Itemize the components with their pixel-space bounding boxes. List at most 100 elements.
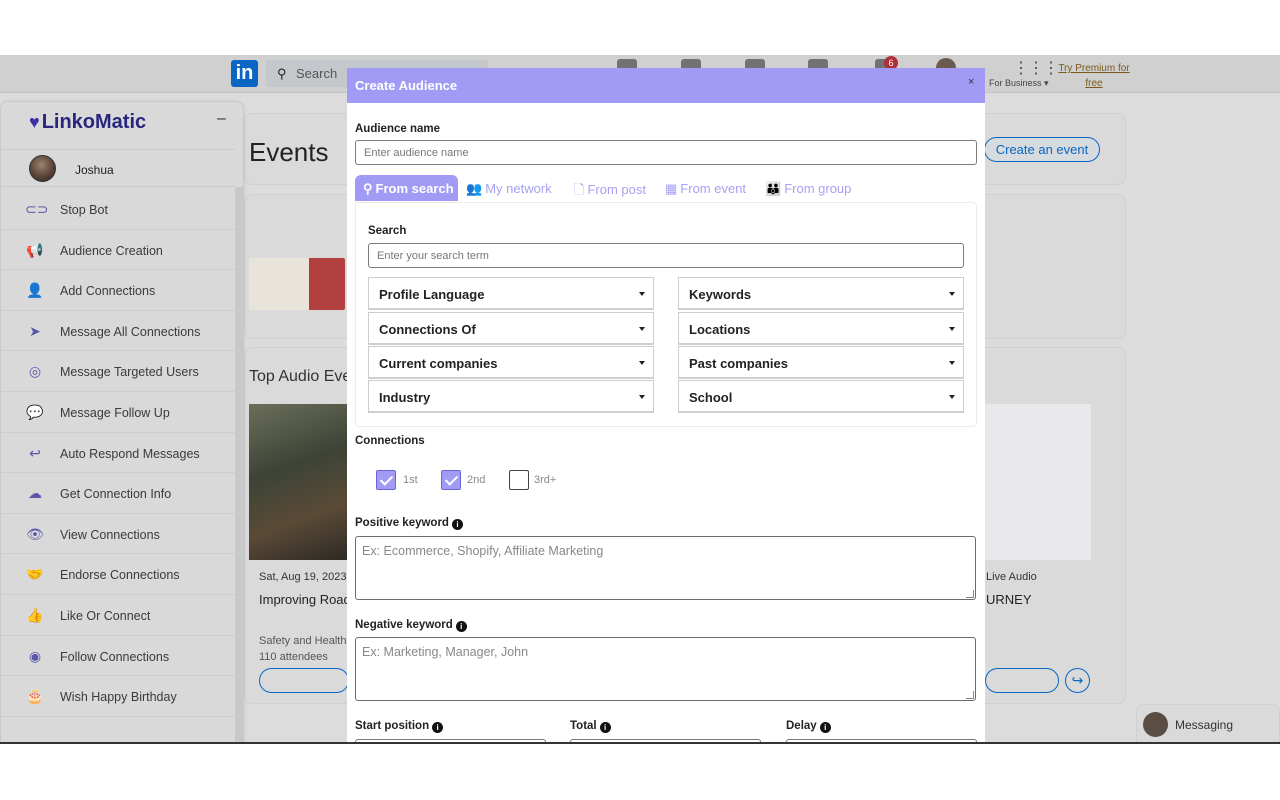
sidebar-item-endorse-connections[interactable]: 🤝 Endorse Connections: [1, 554, 235, 595]
positive-keyword-textarea[interactable]: Ex: Ecommerce, Shopify, Affiliate Market…: [355, 536, 976, 600]
document-icon: 🗋: [574, 182, 585, 197]
search-label: Search: [368, 225, 407, 237]
negative-keyword-textarea[interactable]: Ex: Marketing, Manager, John: [355, 637, 976, 701]
info-icon[interactable]: i: [599, 722, 611, 733]
dropdown-label: Profile Language: [379, 287, 485, 302]
search-input[interactable]: Enter your search term: [368, 243, 964, 268]
card2-view-button[interactable]: [985, 668, 1059, 693]
tab-from-post[interactable]: 🗋 From post: [574, 175, 646, 201]
total-label: Total i: [570, 720, 611, 733]
tab-label: From group: [784, 181, 852, 196]
thumbs-up-icon: 👍: [26, 606, 44, 623]
card1-view-button[interactable]: [259, 668, 349, 693]
checkbox-2nd[interactable]: [441, 470, 461, 490]
tab-from-event[interactable]: ▦ From event: [665, 175, 746, 201]
audio-event-photo[interactable]: [249, 404, 349, 560]
linkedin-search-placeholder: Search: [296, 66, 338, 81]
card1-date: Sat, Aug 19, 2023,: [259, 571, 350, 583]
sidebar-item-get-connection-info[interactable]: ☁ Get Connection Info: [1, 473, 235, 514]
sidebar-item-message-all-connections[interactable]: ➤ Message All Connections: [1, 311, 235, 352]
tab-label: My network: [485, 181, 552, 196]
user-circle-icon: ◉: [28, 647, 42, 664]
start-position-label: Start position i: [355, 720, 444, 733]
checkbox-1st[interactable]: [376, 470, 396, 490]
browser-viewport: in ⚲ Search 6 ⋮⋮⋮ For Business ▾ Try Pre…: [0, 55, 1280, 744]
caret-down-icon: [639, 292, 645, 296]
school-dropdown[interactable]: School: [678, 380, 964, 413]
dropdown-label: Locations: [689, 322, 751, 337]
sidebar-item-wish-happy-birthday[interactable]: 🎂 Wish Happy Birthday: [1, 676, 235, 717]
sidebar-item-follow-connections[interactable]: ◉ Follow Connections: [1, 636, 235, 677]
info-icon[interactable]: i: [432, 722, 444, 733]
sidebar-item-label: Audience Creation: [60, 243, 163, 258]
card2-type: Live Audio: [986, 571, 1037, 583]
connections-label: Connections: [355, 435, 425, 447]
chat-bubbles-icon: 💬: [26, 403, 44, 420]
tab-from-search[interactable]: ⚲ From search: [355, 175, 458, 201]
locations-dropdown[interactable]: Locations: [678, 312, 964, 345]
linkedin-logo[interactable]: in: [231, 60, 258, 87]
tab-label: From event: [680, 181, 747, 196]
current-companies-dropdown[interactable]: Current companies: [368, 346, 654, 379]
checkbox-1st-label: 1st: [403, 474, 418, 486]
past-companies-dropdown[interactable]: Past companies: [678, 346, 964, 379]
keywords-dropdown[interactable]: Keywords: [678, 277, 964, 310]
sidebar-item-message-targeted-users[interactable]: ◎ Message Targeted Users: [1, 351, 235, 392]
share-icon[interactable]: ↪: [1065, 668, 1090, 693]
close-icon[interactable]: ×: [968, 76, 974, 88]
audio-event-poster[interactable]: [985, 404, 1091, 560]
sidebar-item-message-follow-up[interactable]: 💬 Message Follow Up: [1, 392, 235, 433]
top-audio-title: Top Audio Eve: [249, 368, 352, 385]
checkbox-2nd-label: 2nd: [467, 474, 486, 486]
profile-row: Joshua: [1, 149, 235, 187]
total-text: Total: [570, 720, 597, 732]
sidebar-item-auto-respond-messages[interactable]: ↩ Auto Respond Messages: [1, 433, 235, 474]
info-icon[interactable]: i: [455, 621, 467, 632]
dropdown-label: Connections Of: [379, 322, 476, 337]
messaging-widget[interactable]: Messaging: [1136, 704, 1280, 744]
industry-dropdown[interactable]: Industry: [368, 380, 654, 413]
sidebar-item-label: Message Targeted Users: [60, 365, 199, 380]
resize-grip-icon[interactable]: [966, 590, 974, 598]
group-icon: 👪: [765, 181, 782, 196]
sidebar-item-label: Add Connections: [60, 284, 156, 299]
sidebar-item-like-or-connect[interactable]: 👍 Like Or Connect: [1, 595, 235, 636]
tab-from-group[interactable]: 👪 From group: [765, 175, 851, 201]
card2-title[interactable]: URNEY: [986, 592, 1032, 607]
card1-org: Safety and Health: [259, 635, 347, 647]
search-icon: ⚲: [363, 181, 373, 196]
caret-down-icon: [949, 292, 955, 296]
start-position-text: Start position: [355, 720, 430, 732]
negative-keyword-placeholder: Ex: Marketing, Manager, John: [362, 645, 529, 659]
sidebar-item-audience-creation[interactable]: 📢 Audience Creation: [1, 230, 235, 271]
sidebar-item-view-connections[interactable]: 👁 View Connections: [1, 514, 235, 555]
checkbox-3rd[interactable]: [509, 470, 529, 490]
info-icon[interactable]: i: [819, 722, 831, 733]
card1-title[interactable]: Improving Road: [259, 592, 351, 607]
toggle-icon: ⊂⊃: [25, 201, 49, 217]
dropdown-label: Keywords: [689, 287, 752, 302]
for-business-menu[interactable]: For Business ▾: [989, 78, 1049, 89]
checkbox-3rd-label: 3rd+: [534, 474, 557, 486]
profile-language-dropdown[interactable]: Profile Language: [368, 277, 654, 310]
audience-name-input[interactable]: Enter audience name: [355, 140, 977, 165]
caret-down-icon: [639, 327, 645, 331]
dropdown-label: Past companies: [689, 356, 788, 371]
megaphone-icon: 📢: [26, 241, 44, 258]
modal-header: Create Audience ×: [347, 68, 985, 103]
user-plus-icon: 👤: [26, 282, 44, 299]
minimize-button[interactable]: –: [217, 110, 226, 128]
sidebar-item-label: Message All Connections: [60, 324, 201, 339]
apps-grid-icon[interactable]: ⋮⋮⋮: [1013, 58, 1059, 78]
create-event-button[interactable]: Create an event: [984, 137, 1100, 162]
connections-of-dropdown[interactable]: Connections Of: [368, 312, 654, 345]
try-premium-link[interactable]: Try Premium for free: [1058, 61, 1130, 91]
window-bottom-edge: [0, 742, 1280, 744]
sidebar-item-stop-bot[interactable]: ⊂⊃ Stop Bot: [1, 189, 235, 230]
tab-my-network[interactable]: 👥 My network: [466, 175, 552, 201]
event-thumbnail[interactable]: [249, 258, 345, 310]
sidebar-scrollbar[interactable]: [235, 187, 244, 743]
resize-grip-icon[interactable]: [966, 691, 974, 699]
info-icon[interactable]: i: [451, 519, 463, 530]
sidebar-item-add-connections[interactable]: 👤 Add Connections: [1, 270, 235, 311]
